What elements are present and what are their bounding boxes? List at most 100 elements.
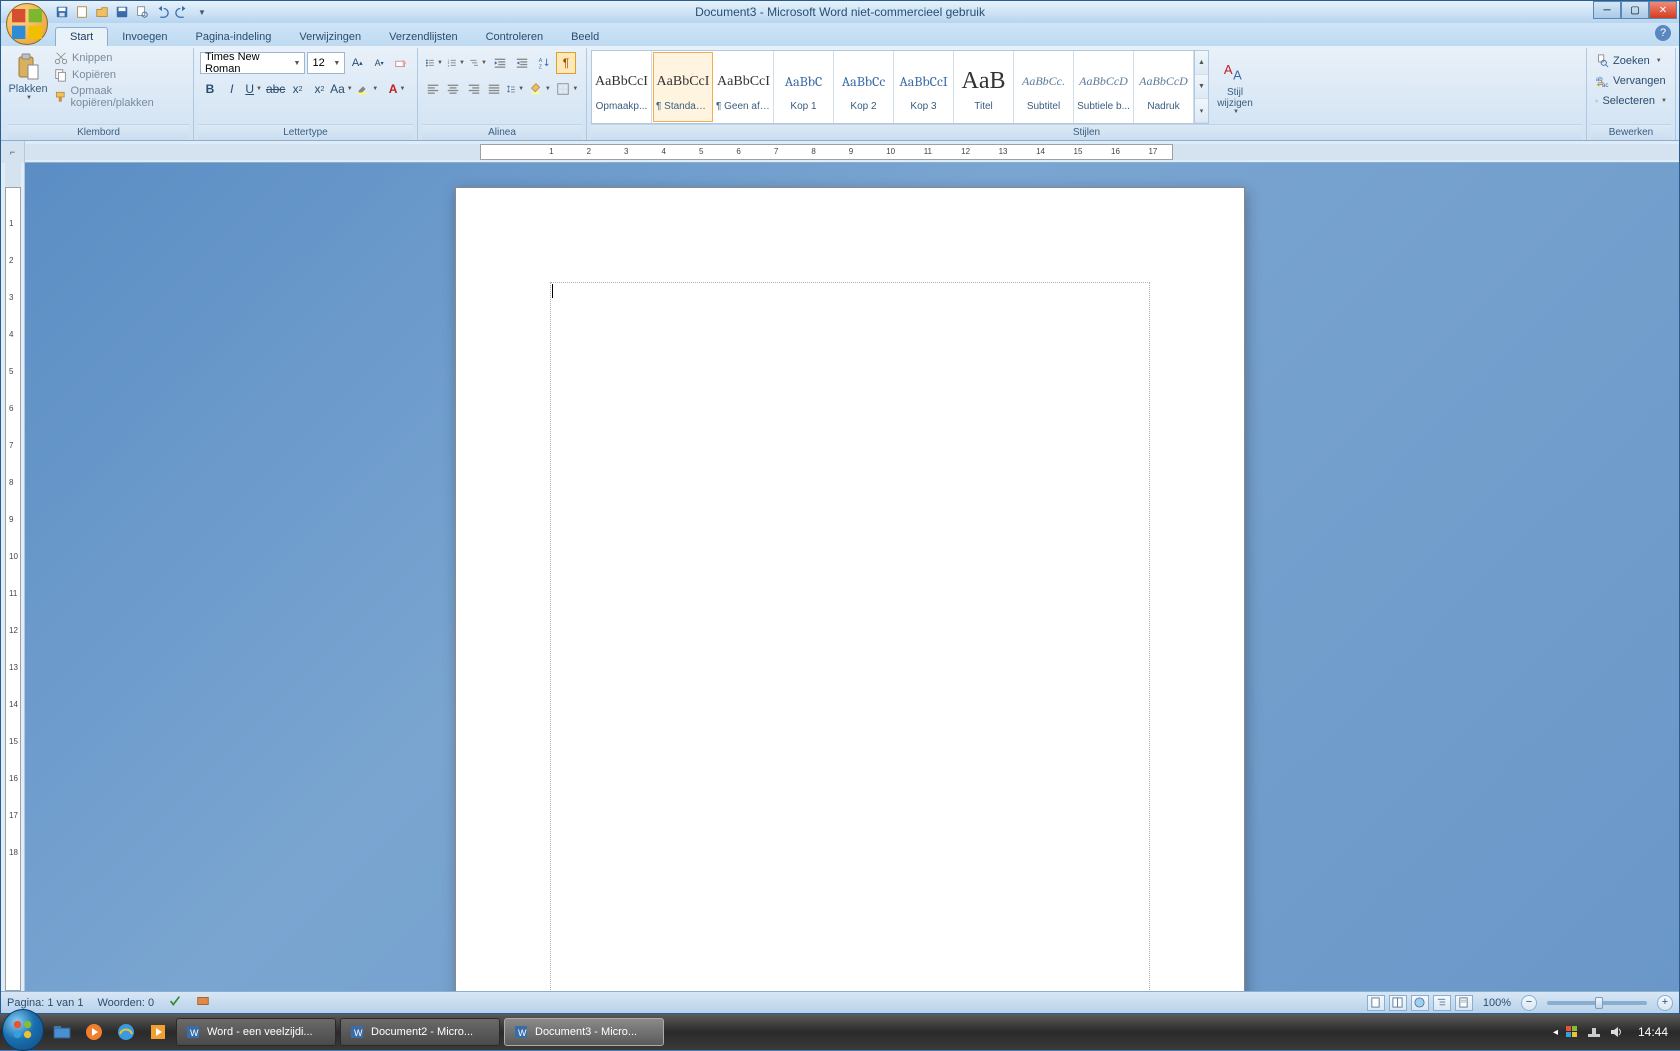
taskbar-task-1[interactable]: WDocument2 - Micro...: [340, 1018, 500, 1046]
view-draft-button[interactable]: [1455, 995, 1473, 1011]
view-outline-button[interactable]: [1433, 995, 1451, 1011]
shrink-font-button[interactable]: A▾: [369, 52, 389, 74]
style-item-6[interactable]: AaBTitel: [954, 51, 1014, 123]
numbering-button[interactable]: 123▼: [446, 52, 466, 74]
minimize-button[interactable]: ─: [1593, 1, 1621, 19]
maximize-button[interactable]: ▢: [1621, 1, 1649, 19]
qat-save2-icon[interactable]: [113, 3, 131, 21]
copy-button[interactable]: Kopiëren: [50, 67, 189, 83]
qat-redo-icon[interactable]: [173, 3, 191, 21]
paste-button[interactable]: Plakken ▼: [8, 50, 48, 124]
taskbar-task-2[interactable]: WDocument3 - Micro...: [504, 1018, 664, 1046]
style-item-3[interactable]: AaBbCKop 1: [774, 51, 834, 123]
status-proof-icon[interactable]: [168, 994, 182, 1011]
style-item-8[interactable]: AaBbCcDSubtiele b...: [1074, 51, 1134, 123]
tray-network-icon[interactable]: [1586, 1024, 1602, 1040]
office-button[interactable]: [6, 3, 48, 45]
page[interactable]: [455, 187, 1245, 991]
justify-button[interactable]: [485, 78, 503, 100]
style-item-9[interactable]: AaBbCcDNadruk: [1134, 51, 1194, 123]
multilevel-button[interactable]: ▼: [468, 52, 488, 74]
font-name-combo[interactable]: Times New Roman▼: [200, 52, 305, 74]
start-button[interactable]: [2, 1009, 44, 1051]
tray-flag-icon[interactable]: [1564, 1024, 1580, 1040]
font-size-combo[interactable]: 12▼: [307, 52, 345, 74]
page-viewport[interactable]: [25, 163, 1679, 991]
qat-customize-icon[interactable]: ▼: [193, 3, 211, 21]
align-center-button[interactable]: [444, 78, 462, 100]
zoom-thumb[interactable]: [1595, 997, 1603, 1009]
tab-verzendlijsten[interactable]: Verzendlijsten: [375, 28, 472, 46]
help-button[interactable]: ?: [1655, 25, 1671, 41]
tab-verwijzingen[interactable]: Verwijzingen: [285, 28, 375, 46]
superscript-button[interactable]: x2: [310, 78, 330, 100]
bullets-button[interactable]: ▼: [424, 52, 444, 74]
gallery-scroll-2[interactable]: ▾: [1195, 99, 1208, 123]
indent-button[interactable]: [512, 52, 532, 74]
qat-undo-icon[interactable]: [153, 3, 171, 21]
format-painter-button[interactable]: Opmaak kopiëren/plakken: [50, 84, 189, 110]
view-full-screen-button[interactable]: [1389, 995, 1407, 1011]
tab-beeld[interactable]: Beeld: [557, 28, 613, 46]
underline-button[interactable]: U▼: [244, 78, 264, 100]
replace-button[interactable]: abacVervangen: [1593, 72, 1669, 90]
font-color-button[interactable]: A▼: [383, 78, 411, 100]
outdent-button[interactable]: [490, 52, 510, 74]
zoom-level[interactable]: 100%: [1477, 997, 1517, 1009]
style-item-4[interactable]: AaBbCcKop 2: [834, 51, 894, 123]
italic-button[interactable]: I: [222, 78, 242, 100]
align-right-button[interactable]: [465, 78, 483, 100]
sort-button[interactable]: AZ: [534, 52, 554, 74]
style-item-5[interactable]: AaBbCcIKop 3: [894, 51, 954, 123]
taskbar-clock[interactable]: 14:44: [1630, 1025, 1676, 1039]
tray-show-hidden-icon[interactable]: ◂: [1553, 1027, 1558, 1038]
tab-pagina-indeling[interactable]: Pagina-indeling: [182, 28, 286, 46]
change-case-button[interactable]: Aa▼: [331, 78, 351, 100]
view-print-layout-button[interactable]: [1367, 995, 1385, 1011]
status-words[interactable]: Woorden: 0: [97, 997, 154, 1009]
highlight-button[interactable]: ▼: [353, 78, 381, 100]
tab-selector[interactable]: ⌐: [1, 141, 25, 163]
gallery-scroll-0[interactable]: ▲: [1195, 51, 1208, 75]
qat-print-preview-icon[interactable]: [133, 3, 151, 21]
zoom-in-button[interactable]: +: [1657, 995, 1673, 1011]
borders-button[interactable]: ▼: [555, 78, 580, 100]
taskbar-wmp-icon[interactable]: [144, 1018, 172, 1046]
style-item-1[interactable]: AaBbCcI¶ Standaard: [653, 52, 713, 122]
bold-button[interactable]: B: [200, 78, 220, 100]
style-item-2[interactable]: AaBbCcI¶ Geen afs...: [714, 51, 774, 123]
taskbar-task-0[interactable]: WWord - een veelzijdi...: [176, 1018, 336, 1046]
tab-invoegen[interactable]: Invoegen: [108, 28, 181, 46]
style-item-0[interactable]: AaBbCcIOpmaakp...: [592, 51, 652, 123]
vertical-ruler[interactable]: 123456789101112131415161718: [1, 163, 25, 991]
close-button[interactable]: ✕: [1649, 1, 1677, 19]
find-button[interactable]: Zoeken▼: [1593, 52, 1669, 70]
shading-button[interactable]: ▼: [527, 78, 552, 100]
tray-volume-icon[interactable]: [1608, 1024, 1624, 1040]
horizontal-ruler[interactable]: 1234567891011121314151617: [25, 141, 1679, 162]
change-styles-button[interactable]: AA Stijl wijzigen ▼: [1213, 50, 1257, 124]
qat-save-icon[interactable]: [53, 3, 71, 21]
taskbar-ie-icon[interactable]: [112, 1018, 140, 1046]
taskbar-explorer-icon[interactable]: [48, 1018, 76, 1046]
status-macro-icon[interactable]: [196, 994, 210, 1011]
select-button[interactable]: Selecteren▼: [1593, 92, 1669, 110]
grow-font-button[interactable]: A▴: [347, 52, 367, 74]
align-left-button[interactable]: [424, 78, 442, 100]
zoom-slider[interactable]: [1547, 1001, 1647, 1005]
subscript-button[interactable]: x2: [288, 78, 308, 100]
status-page[interactable]: Pagina: 1 van 1: [7, 997, 83, 1009]
zoom-out-button[interactable]: −: [1521, 995, 1537, 1011]
style-item-7[interactable]: AaBbCc.Subtitel: [1014, 51, 1074, 123]
view-web-button[interactable]: [1411, 995, 1429, 1011]
tab-start[interactable]: Start: [55, 27, 108, 46]
show-marks-button[interactable]: ¶: [556, 52, 576, 74]
cut-button[interactable]: Knippen: [50, 50, 189, 66]
strike-button[interactable]: abc: [266, 78, 286, 100]
line-spacing-button[interactable]: ▼: [505, 78, 525, 100]
tab-controleren[interactable]: Controleren: [472, 28, 557, 46]
gallery-scroll-1[interactable]: ▼: [1195, 75, 1208, 99]
qat-open-icon[interactable]: [93, 3, 111, 21]
qat-new-icon[interactable]: [73, 3, 91, 21]
clear-format-button[interactable]: [391, 52, 411, 74]
